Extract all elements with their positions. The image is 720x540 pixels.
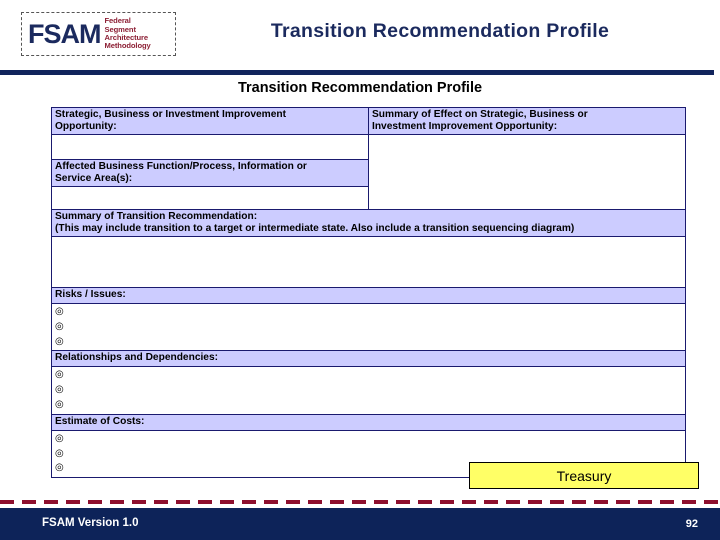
bullet-icon: ◎	[55, 462, 64, 474]
bullet-icon: ◎	[55, 398, 64, 410]
bullet-icon: ◎	[55, 432, 64, 444]
transition-recommendation-form: Strategic, Business or Investment Improv…	[51, 107, 686, 479]
effect-input-cell[interactable]	[368, 134, 686, 210]
list-item[interactable]: ◎	[55, 335, 685, 350]
fsam-logo: FSAM Federal Segment Architecture Method…	[21, 12, 176, 56]
fsam-logo-tagline: Federal Segment Architecture Methodology	[104, 16, 151, 51]
treasury-callout: Treasury	[469, 462, 699, 489]
bullet-icon: ◎	[55, 335, 64, 347]
table-row	[51, 134, 686, 210]
effect-header-cell: Summary of Effect on Strategic, Business…	[368, 107, 686, 135]
estimate-costs-title: Estimate of Costs:	[55, 415, 145, 427]
table-row: Estimate of Costs:	[51, 413, 686, 431]
fsam-logo-wordmark: FSAM	[28, 18, 101, 49]
estimate-costs-header-cell: Estimate of Costs:	[51, 413, 686, 431]
risks-issues-header-cell: Risks / Issues:	[51, 287, 686, 304]
footer-dashed-divider	[0, 500, 720, 504]
footer-page-number: 92	[685, 518, 698, 530]
list-item[interactable]: ◎	[55, 398, 685, 413]
table-row	[51, 236, 686, 288]
risks-issues-title: Risks / Issues:	[55, 289, 126, 300]
treasury-callout-label: Treasury	[556, 467, 612, 484]
affected-header-line-1: Affected Business Function/Process, Info…	[55, 161, 307, 172]
table-row: Summary of Transition Recommendation: (T…	[51, 209, 686, 237]
bullet-icon: ◎	[55, 369, 64, 381]
bullet-icon: ◎	[55, 320, 64, 332]
relationships-title: Relationships and Dependencies:	[55, 352, 219, 364]
bullet-icon: ◎	[55, 447, 64, 459]
bullet-icon: ◎	[55, 384, 64, 396]
list-item[interactable]: ◎	[55, 320, 685, 335]
opportunity-input-cell[interactable]	[51, 134, 369, 160]
list-item[interactable]: ◎	[55, 383, 685, 398]
effect-header-line-2: Investment Improvement Opportunity:	[372, 120, 558, 132]
table-row: ◎ ◎ ◎	[51, 366, 686, 415]
bullet-icon: ◎	[55, 306, 64, 317]
header-divider-rule	[0, 70, 714, 75]
affected-header-line-2: Service Area(s):	[55, 172, 133, 184]
list-item[interactable]: ◎	[55, 432, 685, 447]
list-item[interactable]: ◎	[55, 447, 685, 462]
summary-header-line-2: (This may include transition to a target…	[55, 222, 575, 234]
table-row: ◎ ◎ ◎	[51, 302, 686, 352]
affected-areas-input-cell[interactable]	[51, 186, 369, 210]
footer-version-label: FSAM Version 1.0	[42, 517, 139, 529]
list-item[interactable]: ◎	[55, 368, 685, 383]
effect-header-line-1: Summary of Effect on Strategic, Business…	[372, 109, 588, 120]
affected-areas-header-cell: Affected Business Function/Process, Info…	[51, 159, 369, 187]
relationships-bullets-cell[interactable]: ◎ ◎ ◎	[51, 366, 686, 415]
opportunity-header-cell: Strategic, Business or Investment Improv…	[51, 107, 369, 135]
fsam-tagline-line-4: Methodology	[104, 41, 151, 51]
risks-issues-bullets-cell[interactable]: ◎ ◎ ◎	[51, 302, 686, 352]
slide-title: Transition Recommendation Profile	[270, 20, 610, 42]
page-title: Transition Recommendation Profile	[237, 80, 483, 96]
slide-header: FSAM Federal Segment Architecture Method…	[0, 0, 720, 70]
summary-input-cell[interactable]	[51, 236, 686, 288]
table-row: Strategic, Business or Investment Improv…	[51, 107, 686, 135]
summary-header-cell: Summary of Transition Recommendation: (T…	[51, 209, 686, 237]
list-item[interactable]: ◎	[55, 305, 685, 320]
table-row: Relationships and Dependencies:	[51, 350, 686, 368]
relationships-header-cell: Relationships and Dependencies:	[51, 350, 686, 368]
opportunity-header-line-2: Opportunity:	[55, 120, 117, 132]
table-row: Risks / Issues:	[51, 287, 686, 304]
opportunity-header-line-1: Strategic, Business or Investment Improv…	[55, 109, 286, 120]
summary-header-line-1: Summary of Transition Recommendation:	[55, 211, 258, 222]
